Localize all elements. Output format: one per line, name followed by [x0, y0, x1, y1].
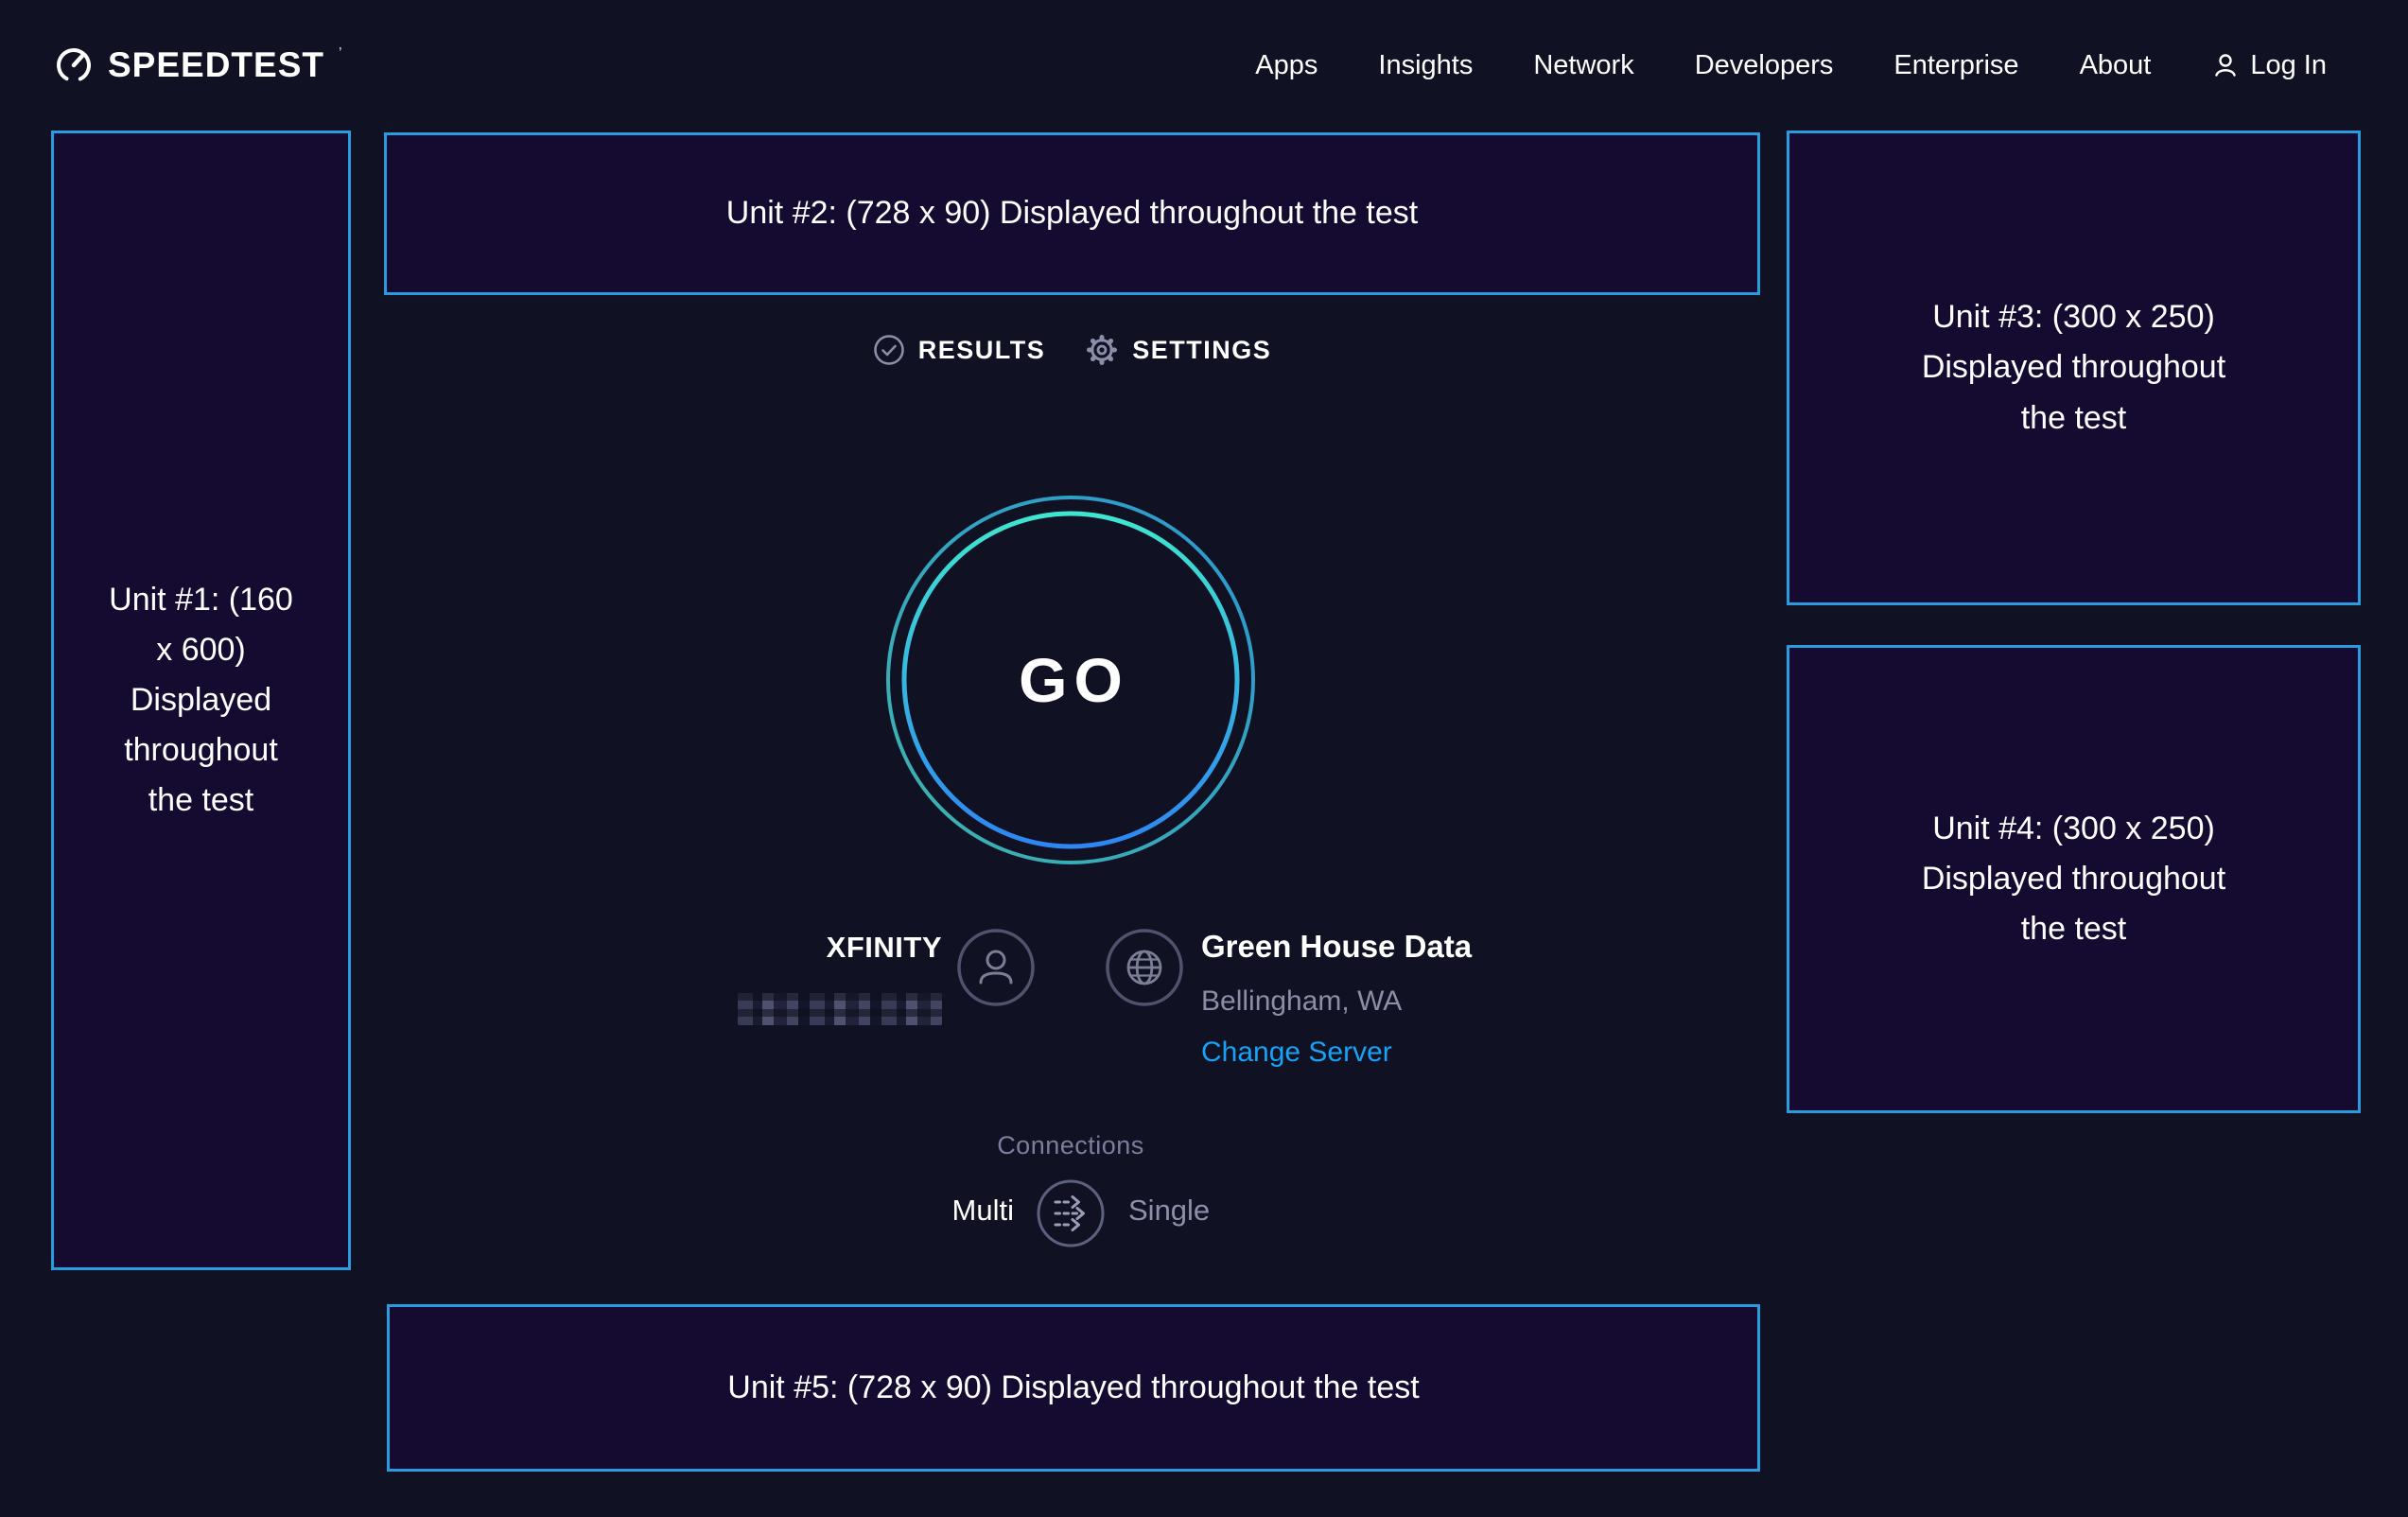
multi-arrows-icon [1036, 1178, 1106, 1248]
nav-item-network[interactable]: Network [1533, 50, 1633, 81]
tab-settings[interactable]: SETTINGS [1085, 333, 1271, 367]
go-label: GO [881, 491, 1260, 869]
nav-item-login[interactable]: Log In [2211, 50, 2327, 81]
isp-name: XFINITY [681, 931, 942, 965]
ad-unit-1-text: Unit #1: (160 x 600) Displayed throughou… [101, 575, 302, 826]
nav-item-developers[interactable]: Developers [1695, 50, 1834, 81]
ad-unit-4[interactable]: Unit #4: (300 x 250) Displayed throughou… [1787, 645, 2361, 1113]
gear-icon [1085, 333, 1119, 367]
connection-mode-single[interactable]: Single [1128, 1194, 1210, 1228]
speedtest-logo[interactable]: SPEEDTEST ’ [53, 44, 342, 86]
gauge-icon [53, 44, 95, 86]
person-icon [2211, 51, 2240, 79]
connections-title: Connections [881, 1131, 1260, 1160]
ad-unit-3[interactable]: Unit #3: (300 x 250) Displayed throughou… [1787, 131, 2361, 605]
change-server-link[interactable]: Change Server [1201, 1037, 1392, 1069]
server-globe-icon [1105, 928, 1184, 1007]
tab-results-label: RESULTS [918, 336, 1046, 365]
connection-mode-multi[interactable]: Multi [806, 1194, 1014, 1228]
ad-unit-4-text: Unit #4: (300 x 250) Displayed throughou… [1908, 804, 2241, 954]
login-label: Log In [2250, 50, 2327, 81]
logo-trademark: ’ [339, 46, 342, 61]
ad-unit-5-text: Unit #5: (728 x 90) Displayed throughout… [727, 1363, 1419, 1413]
nav-item-insights[interactable]: Insights [1378, 50, 1473, 81]
nav-item-about[interactable]: About [2080, 50, 2152, 81]
connection-mode-toggle[interactable] [1036, 1178, 1106, 1248]
ad-unit-5[interactable]: Unit #5: (728 x 90) Displayed throughout… [387, 1304, 1760, 1472]
nav-item-enterprise[interactable]: Enterprise [1893, 50, 2018, 81]
server-location: Bellingham, WA [1201, 985, 1402, 1018]
ad-unit-3-text: Unit #3: (300 x 250) Displayed throughou… [1908, 292, 2241, 443]
logo-text: SPEEDTEST [108, 44, 324, 86]
isp-address-redacted [738, 993, 942, 1025]
server-name: Green House Data [1201, 929, 1472, 965]
nav-menu: Apps Insights Network Developers Enterpr… [1255, 50, 2327, 81]
ad-unit-1[interactable]: Unit #1: (160 x 600) Displayed throughou… [51, 131, 351, 1270]
tab-results[interactable]: RESULTS [873, 333, 1046, 367]
tab-settings-label: SETTINGS [1132, 336, 1271, 365]
ad-unit-2[interactable]: Unit #2: (728 x 90) Displayed throughout… [384, 132, 1760, 295]
nav-item-apps[interactable]: Apps [1255, 50, 1317, 81]
go-button[interactable]: GO [881, 491, 1260, 869]
speedtest-page: SPEEDTEST ’ Apps Insights Network Develo… [0, 0, 2408, 1517]
ad-unit-2-text: Unit #2: (728 x 90) Displayed throughout… [726, 188, 1418, 238]
isp-person-icon [956, 928, 1036, 1007]
top-nav: SPEEDTEST ’ Apps Insights Network Develo… [0, 0, 2408, 131]
check-circle-icon [873, 334, 905, 366]
view-tabs: RESULTS SETTINGS [384, 333, 1760, 367]
